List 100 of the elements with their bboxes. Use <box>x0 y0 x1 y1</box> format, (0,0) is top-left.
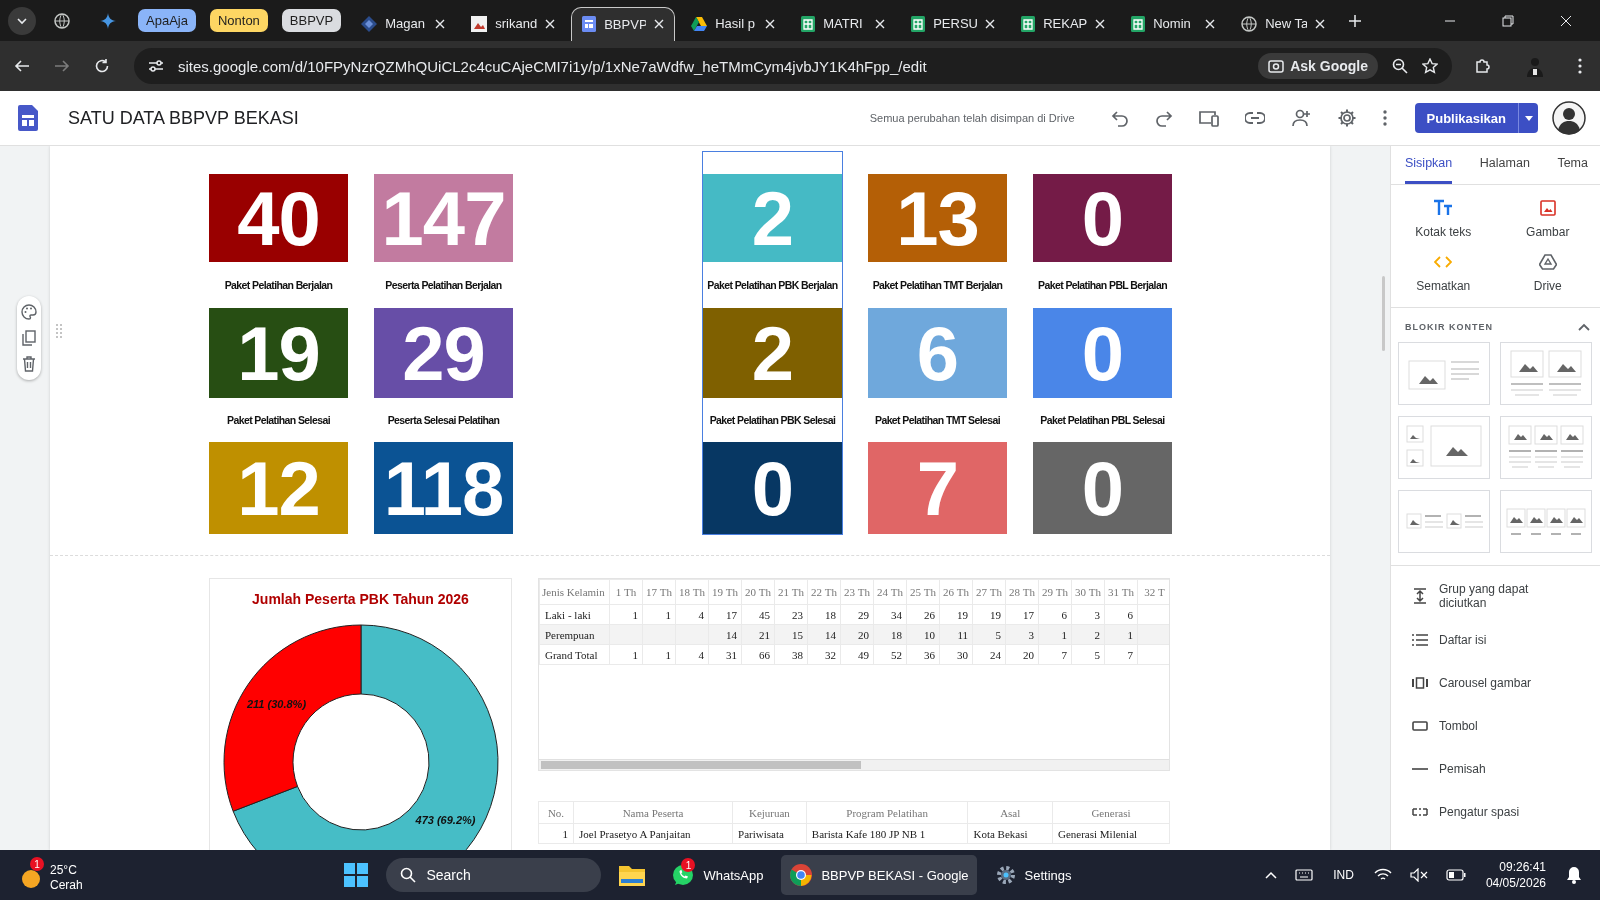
close-icon[interactable] <box>545 18 556 29</box>
reload-icon[interactable] <box>94 58 110 74</box>
star-icon[interactable] <box>1422 58 1438 74</box>
browser-tab[interactable]: MATRI <box>791 6 896 41</box>
drag-handle-icon[interactable] <box>56 324 62 338</box>
stat-column[interactable]: 2 Paket Pelatihan PBK Berjalan 2 Paket Pelatihan PBK Selesai 0 <box>702 151 843 535</box>
stat-column[interactable]: 40 Paket Pelatihan Berjalan 19 Paket Pelatihan Selesai 12 <box>208 151 349 535</box>
close-icon[interactable] <box>654 19 665 29</box>
stat-column[interactable]: 13 Paket Pelatihan TMT Berjalan 6 Paket Pelatihan TMT Selesai 7 <box>867 151 1008 535</box>
taskbar-app[interactable]: BBPVP BEKASI - Google <box>781 855 977 895</box>
column-header[interactable]: 30 Th <box>1071 579 1105 605</box>
volume-muted-icon[interactable] <box>1409 868 1428 882</box>
copy-icon[interactable] <box>22 330 36 346</box>
stat-column[interactable]: 0 Paket Pelatihan PBL Berjalan 0 Paket Pelatihan PBL Selesai 0 <box>1032 151 1173 535</box>
publish-menu-button[interactable] <box>1518 103 1538 133</box>
preview-devices-icon[interactable] <box>1198 109 1219 127</box>
search-field[interactable]: Search <box>386 858 602 892</box>
column-header[interactable]: 24 Th <box>873 579 907 605</box>
browser-tab[interactable]: REKAP <box>1011 6 1116 41</box>
column-header[interactable]: Program Pelatihan <box>806 801 968 824</box>
insert-list-item[interactable]: Carousel gambar <box>1391 665 1600 700</box>
tab-search-button[interactable] <box>8 6 36 35</box>
back-icon[interactable] <box>14 58 30 74</box>
close-icon[interactable] <box>765 18 776 29</box>
scrollbar-thumb[interactable] <box>541 761 861 769</box>
tab-group-chip[interactable]: BBPVP <box>281 9 342 32</box>
address-bar[interactable]: sites.google.com/d/10FPyNzrQZMhQUiCL2c4cuCAjeCMI7i1y/p/1xNe7aWdfw_heTMmCym4jvbJY1K4hFpp_/edit Ask Google <box>134 48 1452 84</box>
more-icon[interactable] <box>1382 110 1387 126</box>
tab-group-chip[interactable]: ApaAja <box>138 9 196 32</box>
forward-icon[interactable] <box>54 58 70 74</box>
column-header[interactable]: 25 Th <box>906 579 940 605</box>
clock[interactable]: 09:26:41 04/05/2026 <box>1485 859 1546 891</box>
insert-list-item[interactable]: Pemisah <box>1391 751 1600 786</box>
panel-tab[interactable]: Sisipkan <box>1405 146 1453 184</box>
close-icon[interactable] <box>1205 18 1216 29</box>
insert-list-item[interactable]: Pengatur spasi <box>1391 794 1600 829</box>
language-indicator[interactable]: IND <box>1333 868 1354 882</box>
zoom-icon[interactable] <box>1392 58 1408 74</box>
close-icon[interactable] <box>1315 18 1326 29</box>
browser-tab[interactable]: Nomin <box>1121 6 1226 41</box>
column-header[interactable]: Generasi <box>1052 801 1170 824</box>
more-icon[interactable] <box>1578 58 1582 74</box>
layout-thumbnail[interactable] <box>1398 342 1490 405</box>
insert-list-item[interactable]: Daftar isi <box>1391 622 1600 657</box>
browser-tab[interactable]: srikand <box>461 6 566 41</box>
delete-icon[interactable] <box>22 356 36 372</box>
close-icon[interactable] <box>875 18 886 29</box>
column-header[interactable]: 32 T <box>1137 579 1169 605</box>
column-header[interactable]: Asal <box>968 801 1053 824</box>
browser-tab[interactable]: BBPVP <box>571 6 676 41</box>
weather-widget[interactable]: 1 25°C Cerah <box>20 857 83 893</box>
column-header[interactable]: Jenis Kelamin <box>539 579 610 605</box>
insert-list-item[interactable]: Tombol <box>1391 708 1600 743</box>
column-header[interactable]: No. <box>538 801 574 824</box>
restore-icon[interactable] <box>1502 14 1514 27</box>
insert-item[interactable]: Sematkan <box>1391 253 1496 293</box>
site-title[interactable]: SATU DATA BBPVP BEKASI <box>68 107 299 129</box>
column-header[interactable]: 20 Th <box>741 579 775 605</box>
insert-list-item[interactable]: Grup yang dapat diciutkan <box>1391 578 1600 614</box>
column-header[interactable]: 1 Th <box>609 579 643 605</box>
close-icon[interactable] <box>1095 18 1106 29</box>
close-icon[interactable] <box>985 18 996 29</box>
browser-tab[interactable]: Hasil p <box>681 6 786 41</box>
taskbar-app[interactable]: 1 WhatsApp <box>663 855 772 895</box>
profile-avatar[interactable] <box>1524 55 1546 77</box>
layout-thumbnail[interactable] <box>1500 490 1592 553</box>
windows-start-icon[interactable] <box>344 863 369 887</box>
column-header[interactable]: 22 Th <box>807 579 841 605</box>
column-header[interactable]: 18 Th <box>675 579 709 605</box>
battery-icon[interactable] <box>1445 869 1466 881</box>
taskbar-app[interactable]: Settings <box>986 855 1080 895</box>
palette-icon[interactable] <box>21 304 37 320</box>
close-icon[interactable] <box>1560 14 1572 27</box>
layout-thumbnail[interactable] <box>1500 342 1592 405</box>
column-header[interactable]: 27 Th <box>972 579 1006 605</box>
column-header[interactable]: 23 Th <box>840 579 874 605</box>
redo-icon[interactable] <box>1154 109 1173 127</box>
publish-button[interactable]: Publikasikan <box>1414 103 1518 133</box>
scrollbar-thumb[interactable] <box>1382 276 1385 351</box>
close-icon[interactable] <box>435 18 446 29</box>
layout-thumbnail[interactable] <box>1398 490 1490 553</box>
chevron-icon[interactable] <box>1578 323 1590 331</box>
layout-thumbnail[interactable] <box>1500 416 1592 479</box>
settings-icon[interactable] <box>1336 108 1357 128</box>
extensions-icon[interactable] <box>1474 57 1492 75</box>
wifi-icon[interactable] <box>1373 868 1392 882</box>
column-header[interactable]: 26 Th <box>939 579 973 605</box>
column-header[interactable]: Nama Peserta <box>573 801 733 824</box>
sites-logo-icon[interactable] <box>18 105 38 131</box>
column-header[interactable]: 29 Th <box>1038 579 1072 605</box>
add-person-icon[interactable] <box>1290 109 1311 127</box>
keyboard-icon[interactable] <box>1295 869 1314 881</box>
insert-item[interactable]: Kotak teks <box>1391 199 1496 239</box>
column-header[interactable]: 17 Th <box>642 579 676 605</box>
column-header[interactable]: Kejuruan <box>732 801 807 824</box>
insert-item[interactable]: Gambar <box>1495 199 1600 239</box>
link-icon[interactable] <box>1244 112 1265 124</box>
site-settings-icon[interactable] <box>148 59 164 73</box>
column-header[interactable]: 21 Th <box>774 579 808 605</box>
browser-tab[interactable]: PERSU <box>901 6 1006 41</box>
